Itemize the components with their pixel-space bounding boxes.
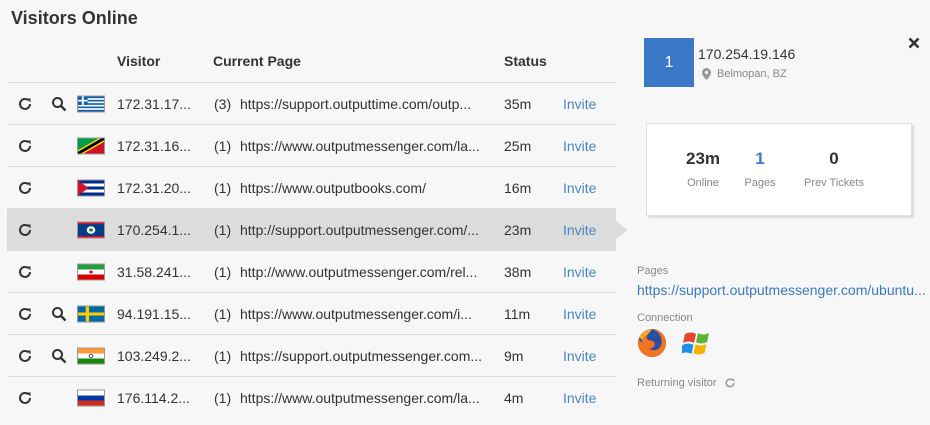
stat-prev-tickets: 0 Prev Tickets <box>799 149 869 189</box>
refresh-icon[interactable] <box>17 138 33 154</box>
status-time: 4m <box>504 390 524 406</box>
page-count: (1) <box>214 221 232 238</box>
header-current-page: Current Page <box>213 53 301 69</box>
visitor-number-badge: 1 <box>644 38 694 87</box>
stat-online-label: Online <box>687 177 719 189</box>
header-status: Status <box>504 53 547 69</box>
flag-saint-kitts-nevis-icon <box>77 137 105 154</box>
stat-pages-label: Pages <box>744 177 776 189</box>
status-time: 25m <box>504 137 532 154</box>
search-icon[interactable] <box>51 96 67 112</box>
invite-link[interactable]: Invite <box>563 264 596 280</box>
stat-pages-value[interactable]: 1 <box>740 149 780 169</box>
status-time: 11m <box>504 305 531 322</box>
header-visitor: Visitor <box>117 53 161 69</box>
returning-visitor: Returning visitor <box>637 377 736 389</box>
close-icon[interactable] <box>908 37 920 49</box>
refresh-icon[interactable] <box>17 306 33 322</box>
visitor-ip: 172.31.20... <box>117 179 191 196</box>
visitor-ip: 103.249.2... <box>117 347 191 364</box>
page-count: (1) <box>214 137 232 154</box>
visitor-ip: 172.31.17... <box>117 95 191 112</box>
stat-prev-tickets-value: 0 <box>829 149 839 168</box>
current-page-url: https://www.outputmessenger.com/i... <box>240 305 472 322</box>
page-count: (1) <box>214 305 232 322</box>
table-header: Visitor Current Page Status <box>7 40 616 83</box>
table-row[interactable]: 31.58.241... (1) http://www.outputmessen… <box>7 251 616 293</box>
status-time: 9m <box>504 347 524 364</box>
invite-link[interactable]: Invite <box>563 222 596 238</box>
page-count: (1) <box>214 347 232 364</box>
refresh-icon <box>726 378 735 388</box>
refresh-icon[interactable] <box>17 222 33 238</box>
visitor-ip: 94.191.15... <box>117 305 191 322</box>
status-time: 16m <box>504 179 532 196</box>
flag-iran-icon <box>77 263 105 280</box>
invite-link[interactable]: Invite <box>563 390 596 406</box>
current-page-url: https://www.outputmessenger.com/la... <box>240 390 480 406</box>
search-icon[interactable] <box>51 348 67 364</box>
flag-belize-icon <box>77 221 105 238</box>
visitor-ip: 31.58.241... <box>117 263 191 280</box>
windows-icon <box>682 332 709 355</box>
invite-link[interactable]: Invite <box>563 180 596 196</box>
flag-greece-icon <box>77 95 105 112</box>
table-row[interactable]: 176.114.2... (1) https://www.outputmesse… <box>7 377 616 419</box>
invite-link[interactable]: Invite <box>563 138 596 154</box>
pages-url-link[interactable]: https://support.outputmessenger.com/ubun… <box>637 282 927 298</box>
refresh-icon[interactable] <box>17 348 33 364</box>
stat-online-value: 23m <box>685 149 721 168</box>
table-row[interactable]: 172.31.20... (1) https://www.outputbooks… <box>7 167 616 209</box>
refresh-icon[interactable] <box>17 96 33 112</box>
invite-link[interactable]: Invite <box>563 306 596 322</box>
current-page-url: https://support.outputtime.com/outp... <box>240 95 472 112</box>
invite-link[interactable]: Invite <box>563 348 596 364</box>
firefox-icon <box>638 329 667 357</box>
current-page-url: https://www.outputmessenger.com/la... <box>240 137 480 154</box>
visitors-table: Visitor Current Page Status 172.31.17...… <box>7 40 628 419</box>
stat-online: 23m Online <box>683 149 723 189</box>
connection-label: Connection <box>637 312 693 324</box>
invite-link[interactable]: Invite <box>563 96 596 112</box>
current-page-url: http://www.outputmessenger.com/rel... <box>240 263 478 280</box>
visitor-ip: 176.114.2... <box>117 390 190 406</box>
flag-russia-icon <box>77 389 105 407</box>
flag-sweden-icon <box>77 305 105 322</box>
visitor-ip-full: 170.254.19.146 <box>698 46 796 62</box>
table-row[interactable]: 103.249.2... (1) https://support.outputm… <box>7 335 616 377</box>
refresh-icon[interactable] <box>17 264 33 280</box>
status-time: 35m <box>504 95 532 112</box>
page-count: (3) <box>214 95 232 112</box>
table-row[interactable]: 170.254.1... (1) http://support.outputme… <box>7 209 628 251</box>
flag-india-icon <box>77 347 105 364</box>
pages-label: Pages <box>637 265 669 277</box>
page-count: (1) <box>214 390 232 406</box>
location-text: Belmopan, BZ <box>717 68 787 80</box>
flag-cuba-icon <box>77 179 105 196</box>
page-count: (1) <box>214 179 232 196</box>
table-row[interactable]: 172.31.16... (1) https://www.outputmesse… <box>7 125 616 167</box>
visitor-location: Belmopan, BZ <box>702 68 787 80</box>
status-time: 38m <box>504 263 532 280</box>
visitor-ip: 170.254.1... <box>117 221 191 238</box>
current-page-url: https://www.outputbooks.com/ <box>240 179 426 196</box>
stat-pages: 1 Pages <box>740 149 780 189</box>
page-count: (1) <box>214 263 232 280</box>
location-pin-icon <box>702 68 711 80</box>
visitor-ip: 172.31.16... <box>117 137 191 154</box>
current-page-url: https://support.outputmessenger.com... <box>240 347 483 364</box>
status-time: 23m <box>504 221 532 238</box>
visitor-stats-card: 23m Online 1 Pages 0 Prev Tickets <box>646 123 912 216</box>
refresh-icon[interactable] <box>17 180 33 196</box>
table-row[interactable]: 94.191.15... (1) https://www.outputmesse… <box>7 293 616 335</box>
table-row[interactable]: 172.31.17... (3) https://support.outputt… <box>7 83 616 125</box>
page-title: Visitors Online <box>11 8 138 28</box>
refresh-icon[interactable] <box>17 390 33 406</box>
current-page-url: http://support.outputmessenger.com/... <box>240 221 479 238</box>
search-icon[interactable] <box>51 306 67 322</box>
stat-prev-tickets-label: Prev Tickets <box>804 177 864 189</box>
returning-visitor-label: Returning visitor <box>637 377 717 389</box>
visitor-detail-panel: 1 170.254.19.146 Belmopan, BZ 23m Online… <box>616 0 930 425</box>
